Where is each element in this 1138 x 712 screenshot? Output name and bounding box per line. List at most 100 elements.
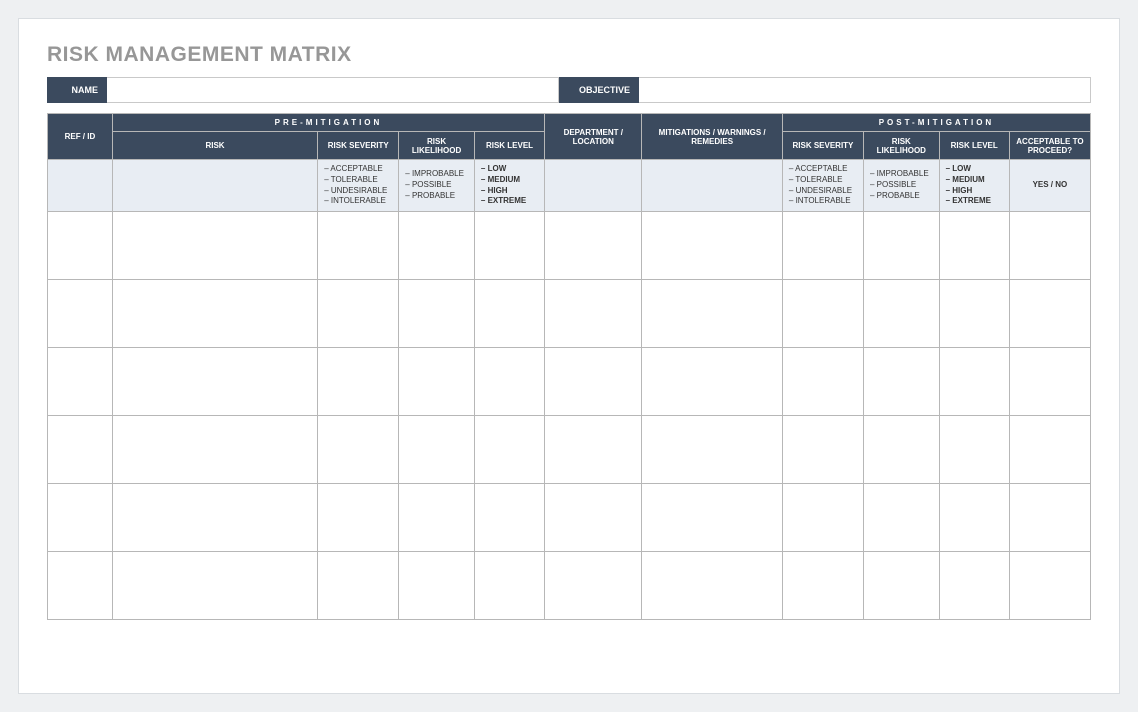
cell-pre_lvl[interactable] (474, 484, 544, 552)
cell-post_lik[interactable] (863, 552, 939, 620)
col-risk: RISK (112, 132, 317, 160)
cell-ref[interactable] (48, 280, 113, 348)
cell-pre_lik[interactable] (399, 484, 475, 552)
meta-bar: NAME OBJECTIVE (47, 77, 1091, 103)
cell-ref[interactable] (48, 484, 113, 552)
col-department: DEPARTMENT / LOCATION (545, 114, 642, 160)
cell-risk[interactable] (112, 212, 317, 280)
cell-acc[interactable] (1009, 484, 1090, 552)
cell-mit[interactable] (642, 552, 783, 620)
cell-pre_lik[interactable] (399, 280, 475, 348)
cell-ref[interactable] (48, 416, 113, 484)
cell-pre_sev[interactable] (318, 280, 399, 348)
cell-pre_lik[interactable] (399, 416, 475, 484)
cell-acc[interactable] (1009, 212, 1090, 280)
cell-acc[interactable] (1009, 552, 1090, 620)
cell-ref[interactable] (48, 212, 113, 280)
cell-post_lik[interactable] (863, 348, 939, 416)
cell-risk[interactable] (112, 552, 317, 620)
name-input[interactable] (107, 77, 559, 103)
cell-post_lvl[interactable] (939, 280, 1009, 348)
cell-pre_lvl[interactable] (474, 212, 544, 280)
cell-dept[interactable] (545, 212, 642, 280)
objective-input[interactable] (639, 77, 1091, 103)
table-row (48, 552, 1091, 620)
table-row (48, 348, 1091, 416)
cell-post_sev[interactable] (782, 484, 863, 552)
name-label: NAME (47, 77, 107, 103)
cell-ref[interactable] (48, 348, 113, 416)
col-mitigations: MITIGATIONS / WARNINGS / REMEDIES (642, 114, 783, 160)
scale-ref (48, 160, 113, 212)
scale-row: – ACCEPTABLE– TOLERABLE– UNDESIRABLE– IN… (48, 160, 1091, 212)
cell-pre_sev[interactable] (318, 552, 399, 620)
cell-post_lik[interactable] (863, 484, 939, 552)
table-row (48, 280, 1091, 348)
col-post-likelihood: RISK LIKELIHOOD (863, 132, 939, 160)
cell-mit[interactable] (642, 416, 783, 484)
cell-pre_sev[interactable] (318, 212, 399, 280)
scale-post-level: – LOW– MEDIUM– HIGH– EXTREME (939, 160, 1009, 212)
cell-post_lvl[interactable] (939, 552, 1009, 620)
page-title: RISK MANAGEMENT MATRIX (47, 43, 1091, 67)
table-row (48, 212, 1091, 280)
cell-post_sev[interactable] (782, 348, 863, 416)
cell-mit[interactable] (642, 280, 783, 348)
col-group-pre: PRE-MITIGATION (112, 114, 544, 132)
col-pre-severity: RISK SEVERITY (318, 132, 399, 160)
cell-post_lvl[interactable] (939, 484, 1009, 552)
cell-pre_lik[interactable] (399, 212, 475, 280)
col-pre-level: RISK LEVEL (474, 132, 544, 160)
col-post-level: RISK LEVEL (939, 132, 1009, 160)
cell-risk[interactable] (112, 416, 317, 484)
scale-mitigations (642, 160, 783, 212)
cell-pre_lik[interactable] (399, 348, 475, 416)
cell-post_lvl[interactable] (939, 416, 1009, 484)
cell-pre_lvl[interactable] (474, 552, 544, 620)
cell-dept[interactable] (545, 416, 642, 484)
cell-post_sev[interactable] (782, 416, 863, 484)
cell-post_lik[interactable] (863, 280, 939, 348)
cell-risk[interactable] (112, 484, 317, 552)
scale-pre-severity: – ACCEPTABLE– TOLERABLE– UNDESIRABLE– IN… (318, 160, 399, 212)
cell-post_lvl[interactable] (939, 212, 1009, 280)
cell-pre_lvl[interactable] (474, 348, 544, 416)
cell-post_lik[interactable] (863, 212, 939, 280)
cell-ref[interactable] (48, 552, 113, 620)
scale-pre-likelihood: – IMPROBABLE– POSSIBLE– PROBABLE (399, 160, 475, 212)
cell-dept[interactable] (545, 280, 642, 348)
cell-post_sev[interactable] (782, 212, 863, 280)
cell-risk[interactable] (112, 348, 317, 416)
cell-pre_sev[interactable] (318, 484, 399, 552)
cell-risk[interactable] (112, 280, 317, 348)
cell-pre_lik[interactable] (399, 552, 475, 620)
cell-mit[interactable] (642, 484, 783, 552)
cell-post_lik[interactable] (863, 416, 939, 484)
cell-dept[interactable] (545, 348, 642, 416)
cell-pre_sev[interactable] (318, 416, 399, 484)
cell-post_sev[interactable] (782, 280, 863, 348)
cell-acc[interactable] (1009, 348, 1090, 416)
scale-post-severity: – ACCEPTABLE– TOLERABLE– UNDESIRABLE– IN… (782, 160, 863, 212)
cell-pre_lvl[interactable] (474, 280, 544, 348)
cell-mit[interactable] (642, 348, 783, 416)
cell-acc[interactable] (1009, 416, 1090, 484)
cell-pre_sev[interactable] (318, 348, 399, 416)
col-ref-id: REF / ID (48, 114, 113, 160)
scale-acceptable: YES / NO (1009, 160, 1090, 212)
col-post-severity: RISK SEVERITY (782, 132, 863, 160)
cell-acc[interactable] (1009, 280, 1090, 348)
scale-post-likelihood: – IMPROBABLE– POSSIBLE– PROBABLE (863, 160, 939, 212)
cell-dept[interactable] (545, 552, 642, 620)
cell-pre_lvl[interactable] (474, 416, 544, 484)
scale-department (545, 160, 642, 212)
cell-mit[interactable] (642, 212, 783, 280)
page: RISK MANAGEMENT MATRIX NAME OBJECTIVE RE… (18, 18, 1120, 694)
cell-post_lvl[interactable] (939, 348, 1009, 416)
col-group-post: POST-MITIGATION (782, 114, 1090, 132)
cell-post_sev[interactable] (782, 552, 863, 620)
scale-risk (112, 160, 317, 212)
table-row (48, 416, 1091, 484)
table-row (48, 484, 1091, 552)
cell-dept[interactable] (545, 484, 642, 552)
